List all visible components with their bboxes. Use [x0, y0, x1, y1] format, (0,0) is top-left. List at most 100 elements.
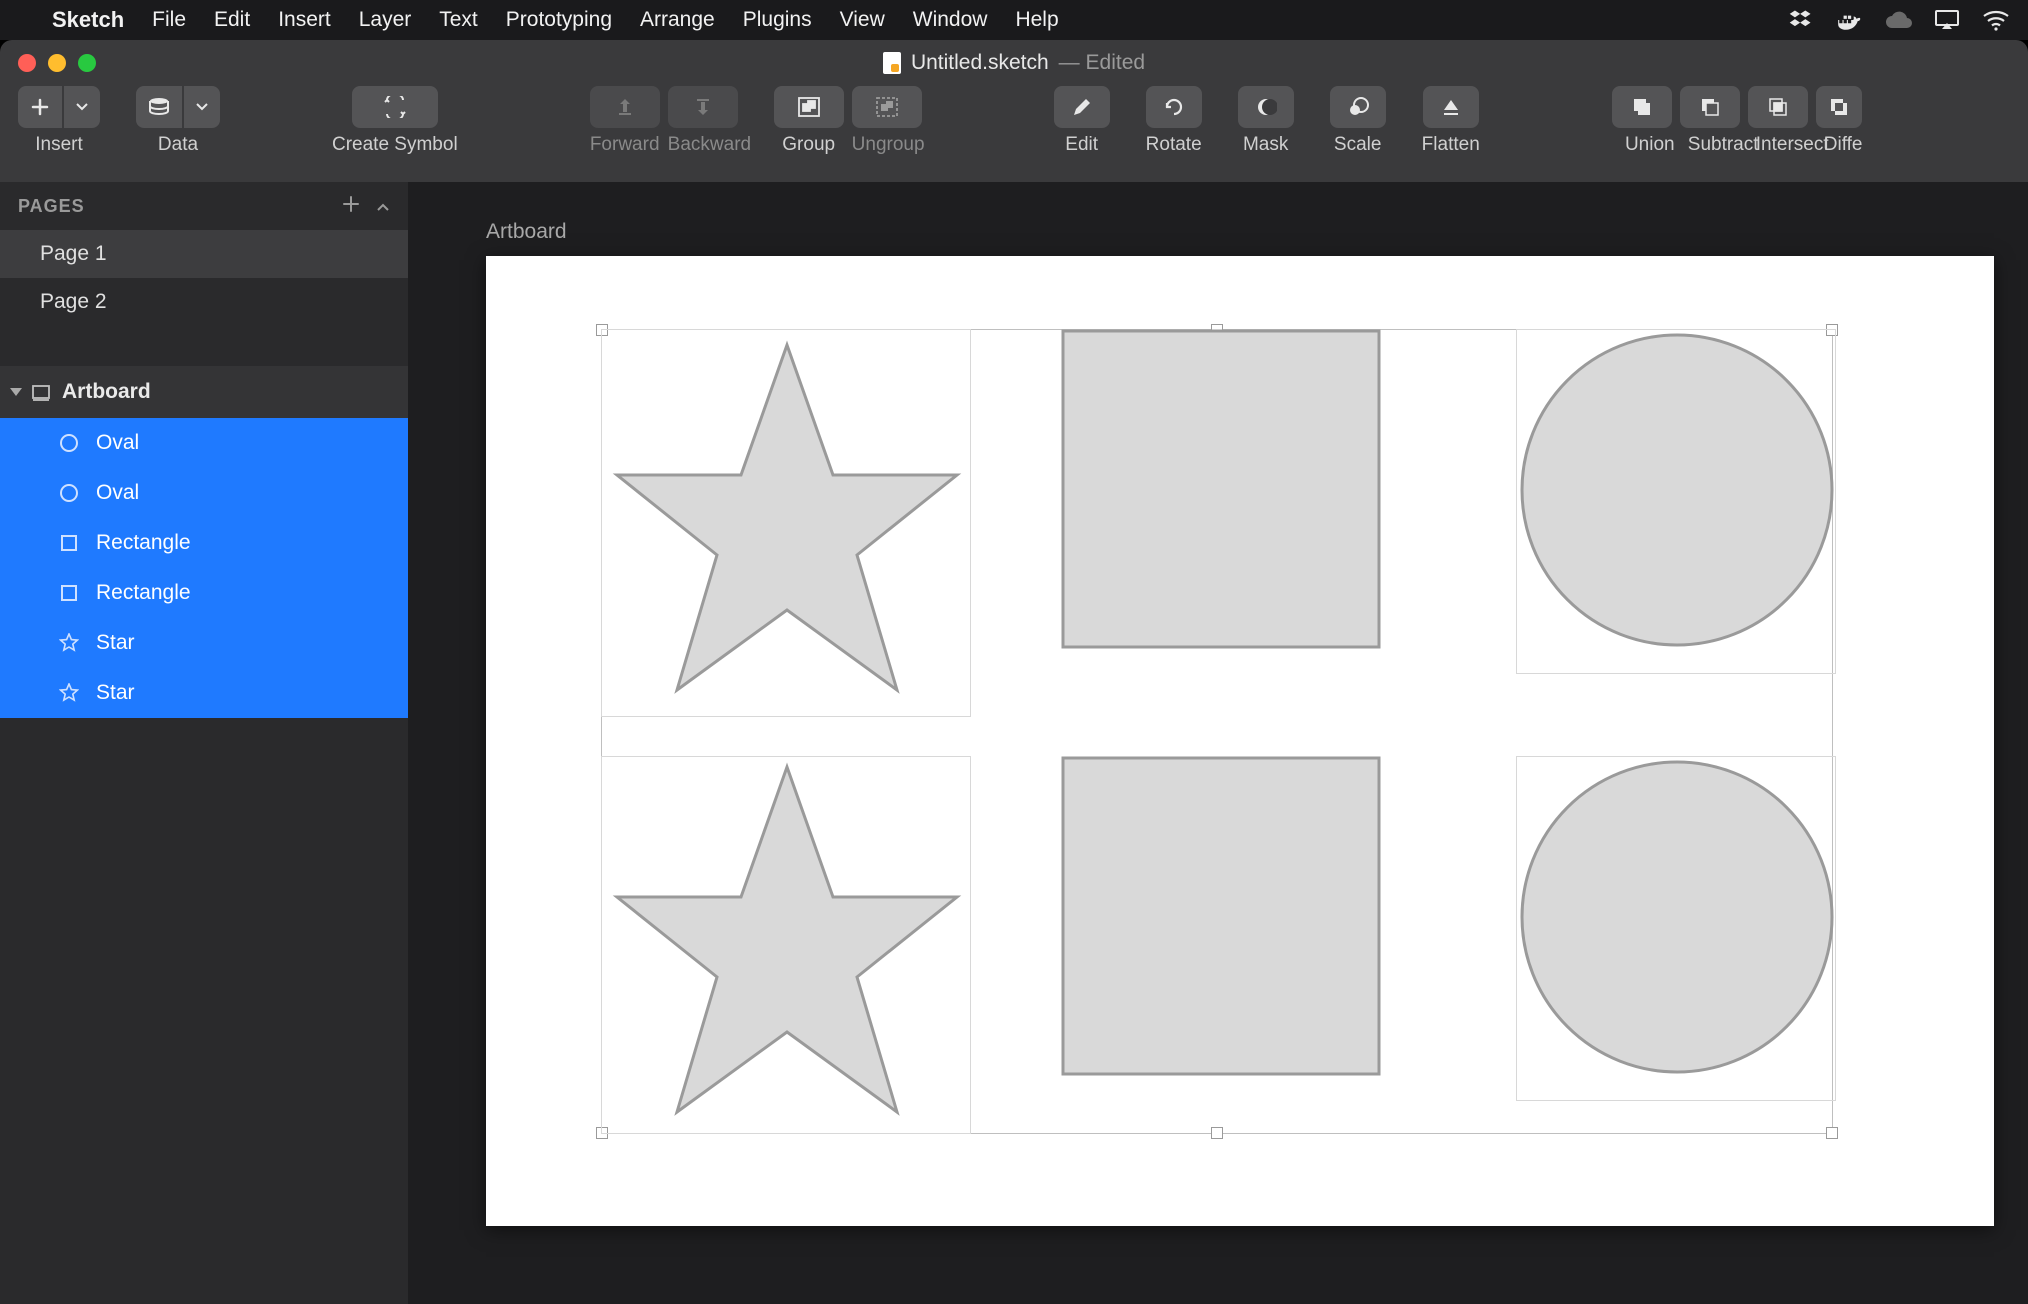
- canvas[interactable]: Artboard: [408, 182, 2028, 1304]
- layers-sidebar: PAGES Page 1 Page 2 Artboar: [0, 182, 408, 1304]
- insert-label: Insert: [35, 134, 83, 156]
- edit-button[interactable]: [1054, 86, 1110, 128]
- group-label: Group: [774, 134, 844, 156]
- app-window: Untitled.sketch — Edited Insert: [0, 40, 2028, 1304]
- chevron-down-icon: [10, 388, 22, 396]
- dropbox-icon[interactable]: [1788, 7, 1814, 33]
- document-filename: Untitled.sketch: [911, 51, 1049, 75]
- forward-button[interactable]: [590, 86, 660, 128]
- cloud-icon[interactable]: [1884, 10, 1912, 30]
- data-button[interactable]: [136, 86, 182, 128]
- backward-button[interactable]: [668, 86, 738, 128]
- forward-label: Forward: [590, 134, 660, 156]
- window-zoom-button[interactable]: [78, 54, 96, 72]
- menu-window[interactable]: Window: [913, 8, 988, 32]
- subtract-button[interactable]: [1680, 86, 1740, 128]
- page-item-page-2[interactable]: Page 2: [0, 278, 408, 326]
- insert-button[interactable]: [18, 86, 62, 128]
- page-item-page-1[interactable]: Page 1: [0, 230, 408, 278]
- scale-button[interactable]: [1330, 86, 1386, 128]
- flatten-label: Flatten: [1422, 134, 1480, 156]
- subtract-label: Subtract: [1688, 134, 1748, 156]
- layer-item-rectangle-2[interactable]: Rectangle: [0, 568, 408, 618]
- artboard-section-label: Artboard: [62, 380, 151, 404]
- flatten-button[interactable]: [1423, 86, 1479, 128]
- shape-star-1[interactable]: [601, 329, 971, 717]
- data-label: Data: [158, 134, 198, 156]
- pages-label: PAGES: [18, 196, 85, 217]
- document-icon: [883, 52, 901, 74]
- menu-arrange[interactable]: Arrange: [640, 8, 715, 32]
- window-close-button[interactable]: [18, 54, 36, 72]
- rotate-label: Rotate: [1146, 134, 1202, 156]
- collapse-pages-button[interactable]: [376, 196, 390, 217]
- create-symbol-label: Create Symbol: [332, 134, 458, 156]
- artboard[interactable]: [486, 256, 1994, 1226]
- union-button[interactable]: [1612, 86, 1672, 128]
- menu-help[interactable]: Help: [1015, 8, 1058, 32]
- rectangle-icon: [58, 532, 80, 554]
- shape-rectangle-2[interactable]: [1061, 756, 1381, 1101]
- group-button[interactable]: [774, 86, 844, 128]
- ungroup-button[interactable]: [852, 86, 922, 128]
- pages-header: PAGES: [0, 182, 408, 230]
- layer-item-label: Oval: [96, 431, 139, 455]
- page-item-label: Page 2: [40, 290, 107, 314]
- intersect-button[interactable]: [1748, 86, 1808, 128]
- scale-label: Scale: [1334, 134, 1382, 156]
- selection-handle-bm[interactable]: [1211, 1127, 1223, 1139]
- layer-item-star-2[interactable]: Star: [0, 668, 408, 718]
- add-page-button[interactable]: [342, 195, 360, 218]
- oval-icon: [58, 432, 80, 454]
- wifi-icon[interactable]: [1982, 9, 2010, 31]
- mask-button[interactable]: [1238, 86, 1294, 128]
- layer-item-rectangle-1[interactable]: Rectangle: [0, 518, 408, 568]
- shape-star-2[interactable]: [601, 756, 971, 1134]
- page-item-label: Page 1: [40, 242, 107, 266]
- shape-oval-1[interactable]: [1516, 329, 1836, 674]
- artboard-section-header[interactable]: Artboard: [0, 366, 408, 418]
- selection-handle-br[interactable]: [1826, 1127, 1838, 1139]
- star-icon: [58, 682, 80, 704]
- toolbar: Insert Data Create Symbol: [0, 86, 2028, 182]
- airplay-icon[interactable]: [1934, 9, 1960, 31]
- layer-item-label: Oval: [96, 481, 139, 505]
- layer-item-oval-1[interactable]: Oval: [0, 418, 408, 468]
- menu-plugins[interactable]: Plugins: [743, 8, 812, 32]
- menu-layer[interactable]: Layer: [359, 8, 412, 32]
- shape-oval-2[interactable]: [1516, 756, 1836, 1101]
- layer-item-oval-2[interactable]: Oval: [0, 468, 408, 518]
- mask-label: Mask: [1243, 134, 1288, 156]
- document-edited-indicator: — Edited: [1059, 51, 1145, 75]
- artboard-title[interactable]: Artboard: [486, 220, 567, 244]
- menu-insert[interactable]: Insert: [278, 8, 331, 32]
- docker-icon[interactable]: [1836, 7, 1862, 33]
- edit-label: Edit: [1065, 134, 1098, 156]
- window-minimize-button[interactable]: [48, 54, 66, 72]
- menu-file[interactable]: File: [152, 8, 186, 32]
- rotate-button[interactable]: [1146, 86, 1202, 128]
- menu-view[interactable]: View: [840, 8, 885, 32]
- backward-label: Backward: [668, 134, 738, 156]
- difference-button[interactable]: [1816, 86, 1862, 128]
- shape-rectangle-1[interactable]: [1061, 329, 1381, 674]
- artboard-icon: [30, 383, 52, 401]
- insert-dropdown-button[interactable]: [64, 86, 100, 128]
- menu-prototyping[interactable]: Prototyping: [506, 8, 612, 32]
- create-symbol-button[interactable]: [352, 86, 438, 128]
- layer-item-label: Rectangle: [96, 531, 191, 555]
- layer-item-label: Star: [96, 681, 135, 705]
- ungroup-label: Ungroup: [852, 134, 922, 156]
- oval-icon: [58, 482, 80, 504]
- titlebar: Untitled.sketch — Edited: [0, 40, 2028, 86]
- layer-item-star-1[interactable]: Star: [0, 618, 408, 668]
- app-name[interactable]: Sketch: [52, 7, 124, 33]
- layer-item-label: Rectangle: [96, 581, 191, 605]
- layer-item-label: Star: [96, 631, 135, 655]
- difference-label: Diffe: [1824, 134, 1854, 156]
- menu-edit[interactable]: Edit: [214, 8, 250, 32]
- menu-text[interactable]: Text: [439, 8, 478, 32]
- data-dropdown-button[interactable]: [184, 86, 220, 128]
- intersect-label: Intersect: [1756, 134, 1816, 156]
- macos-menubar: Sketch File Edit Insert Layer Text Proto…: [0, 0, 2028, 40]
